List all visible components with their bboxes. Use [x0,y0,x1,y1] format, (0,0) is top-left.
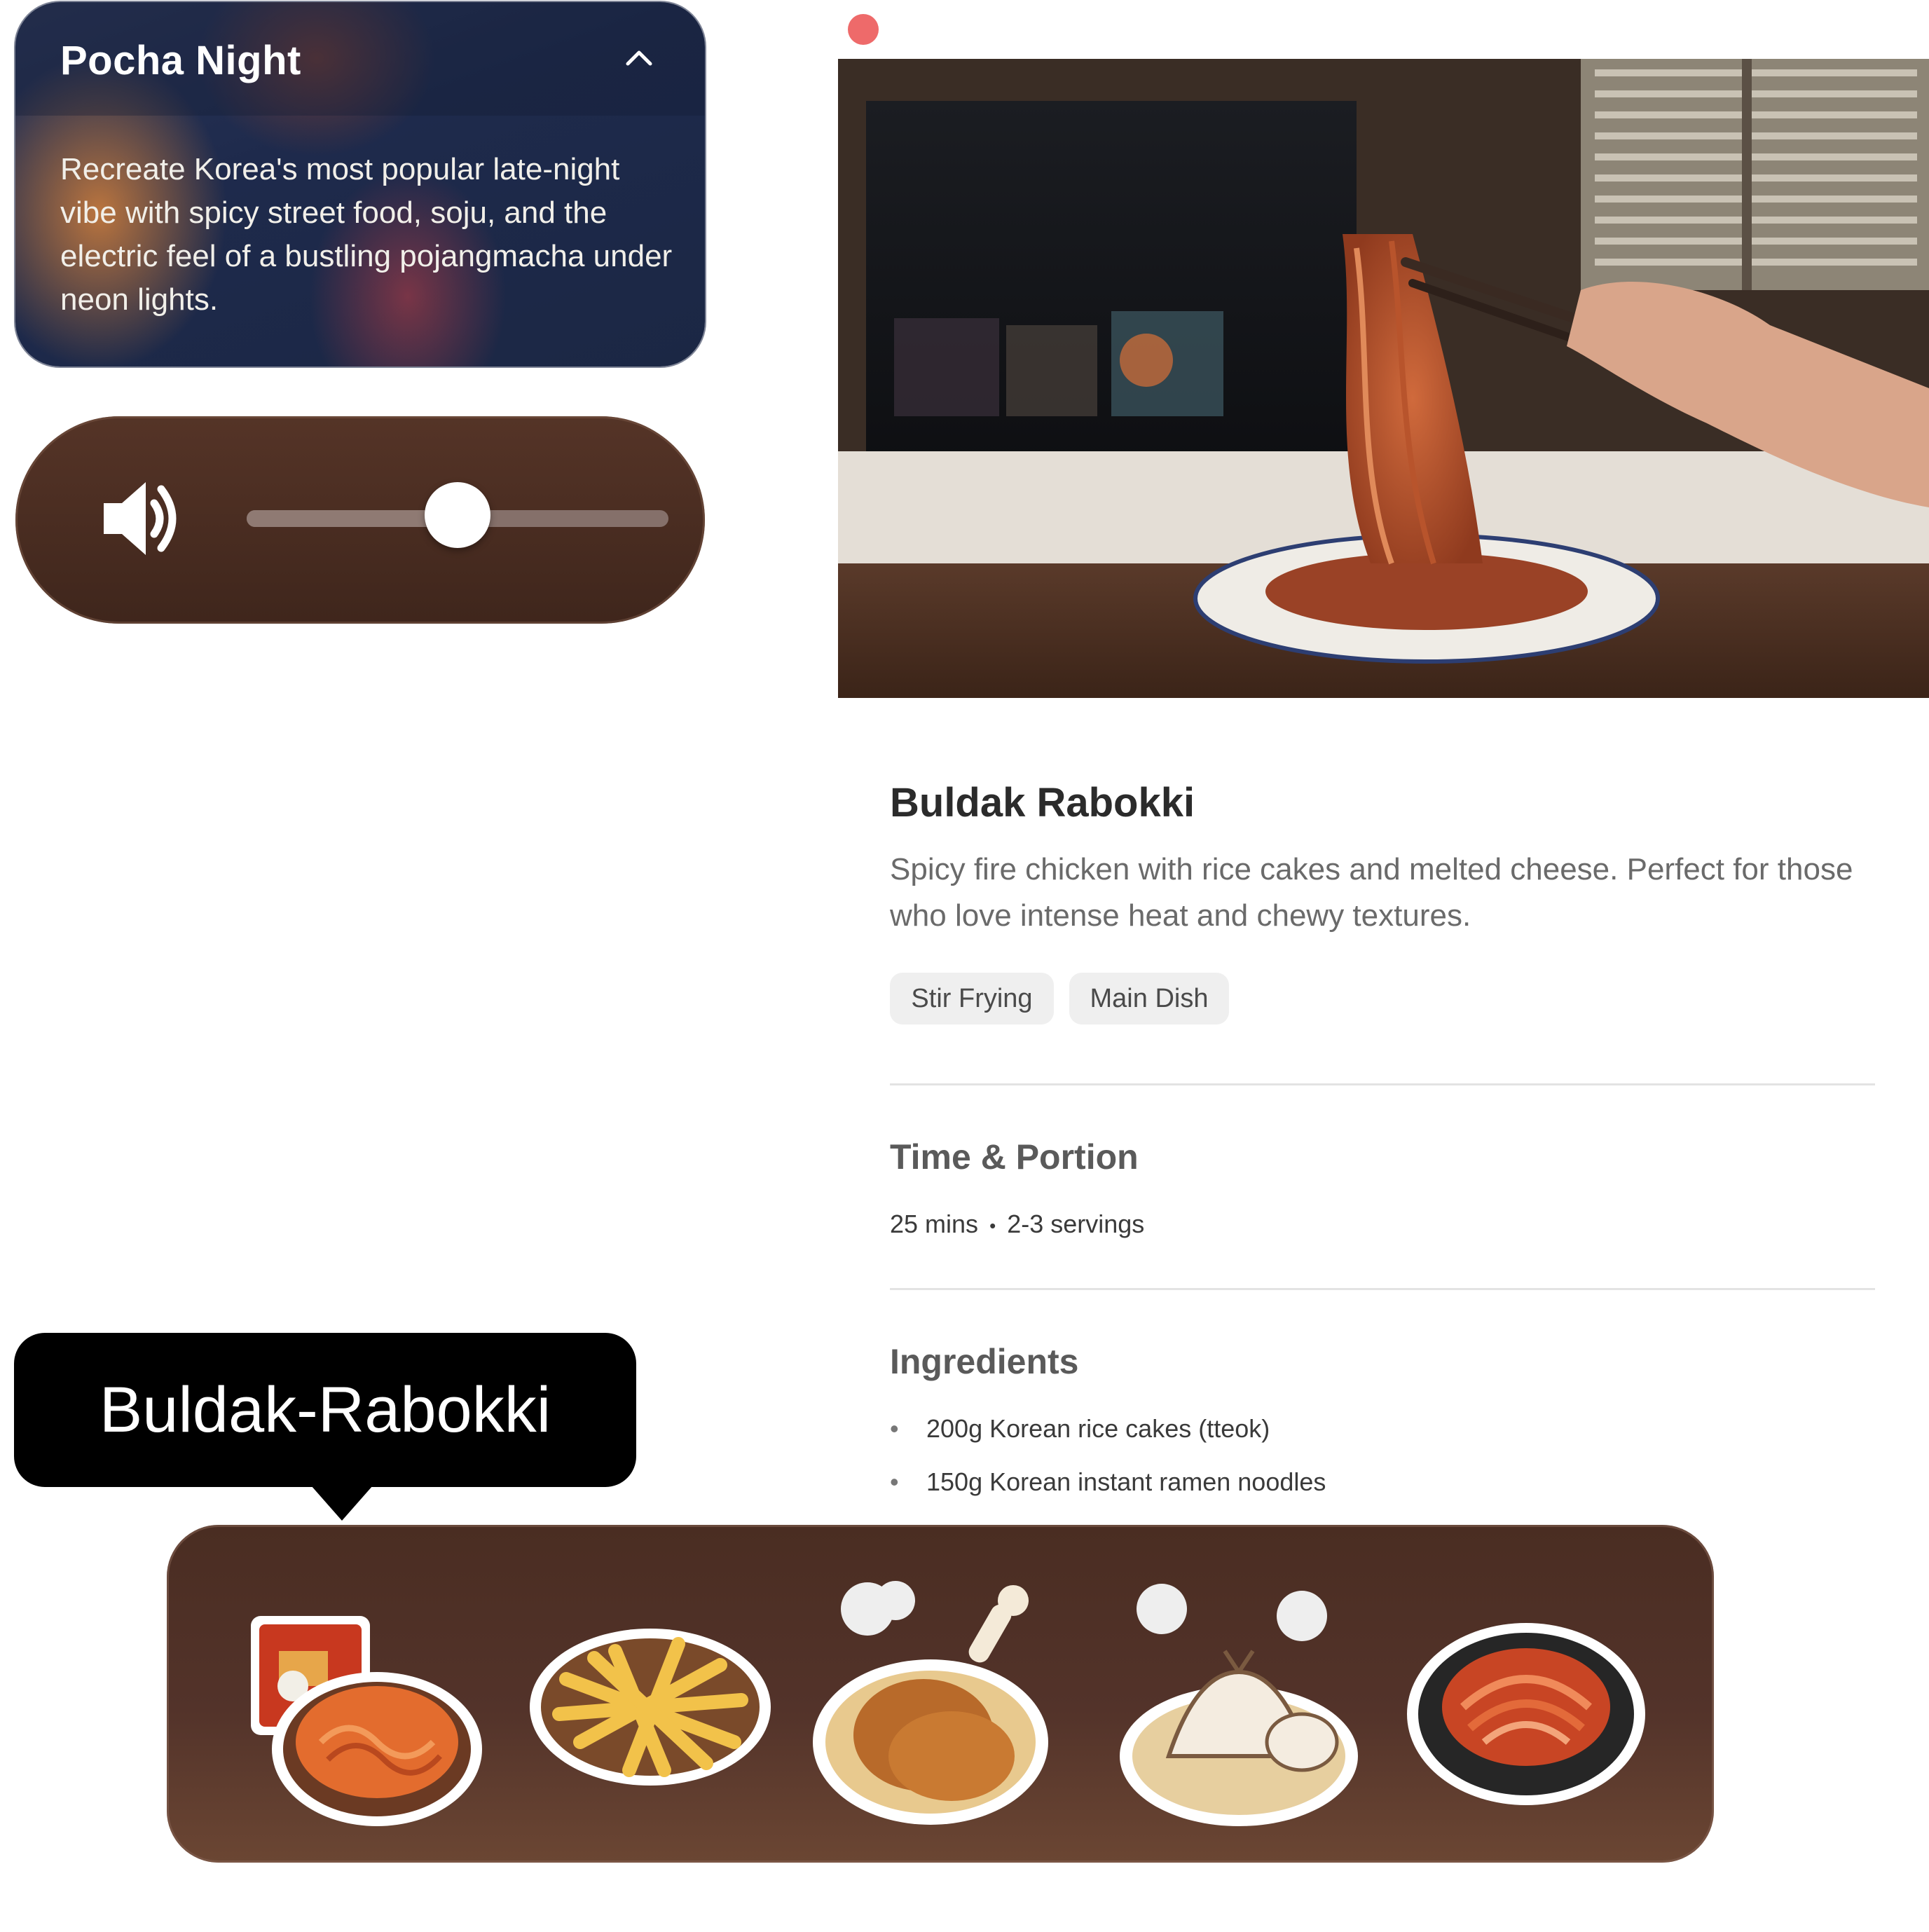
servings-value: 2-3 servings [1007,1210,1145,1238]
close-window-button[interactable] [848,14,879,45]
dumplings-icon[interactable] [1113,1567,1365,1826]
pocha-night-title: Pocha Night [60,38,301,83]
time-portion-heading: Time & Portion [890,1137,1139,1177]
divider [890,1288,1875,1290]
time-value: 25 mins [890,1210,979,1238]
tooltip-label: Buldak-Rabokki [99,1373,551,1446]
chevron-up-icon[interactable] [624,43,654,74]
list-item: • 150g Korean instant ramen noodles [890,1467,1326,1496]
separator-dot: • [989,1214,996,1236]
time-portion-value: 25 mins • 2-3 servings [890,1210,1144,1239]
fries-icon[interactable] [524,1567,776,1826]
recipe-hero-image [838,59,1929,698]
pocha-night-description: Recreate Korea's most popular late-night… [60,152,673,317]
speaker-icon[interactable] [85,463,184,575]
divider [890,1083,1875,1085]
tag-stir-frying[interactable]: Stir Frying [890,973,1054,1025]
fried-chicken-icon[interactable] [811,1567,1064,1826]
pocha-night-card: Pocha Night Recreate Korea's most popula… [15,2,705,366]
kimchi-icon[interactable] [1400,1567,1652,1826]
recipe-title: Buldak Rabokki [890,780,1195,825]
ingredients-heading: Ingredients [890,1342,1079,1381]
bullet-icon: • [890,1414,899,1443]
buldak-rabokki-icon[interactable] [237,1567,489,1826]
recipe-description: Spicy fire chicken with rice cakes and m… [890,852,1853,933]
tooltip-arrow [311,1486,373,1521]
bullet-icon: • [890,1467,899,1496]
volume-control [15,416,705,624]
dock-tooltip: Buldak-Rabokki [14,1333,636,1487]
recipe-window: Buldak Rabokki Spicy fire chicken with r… [838,0,1929,1703]
volume-slider-thumb[interactable] [425,482,490,548]
recipe-dock [167,1525,1714,1863]
list-item: • 200g Korean rice cakes (tteok) [890,1414,1270,1443]
tag-main-dish[interactable]: Main Dish [1069,973,1229,1025]
